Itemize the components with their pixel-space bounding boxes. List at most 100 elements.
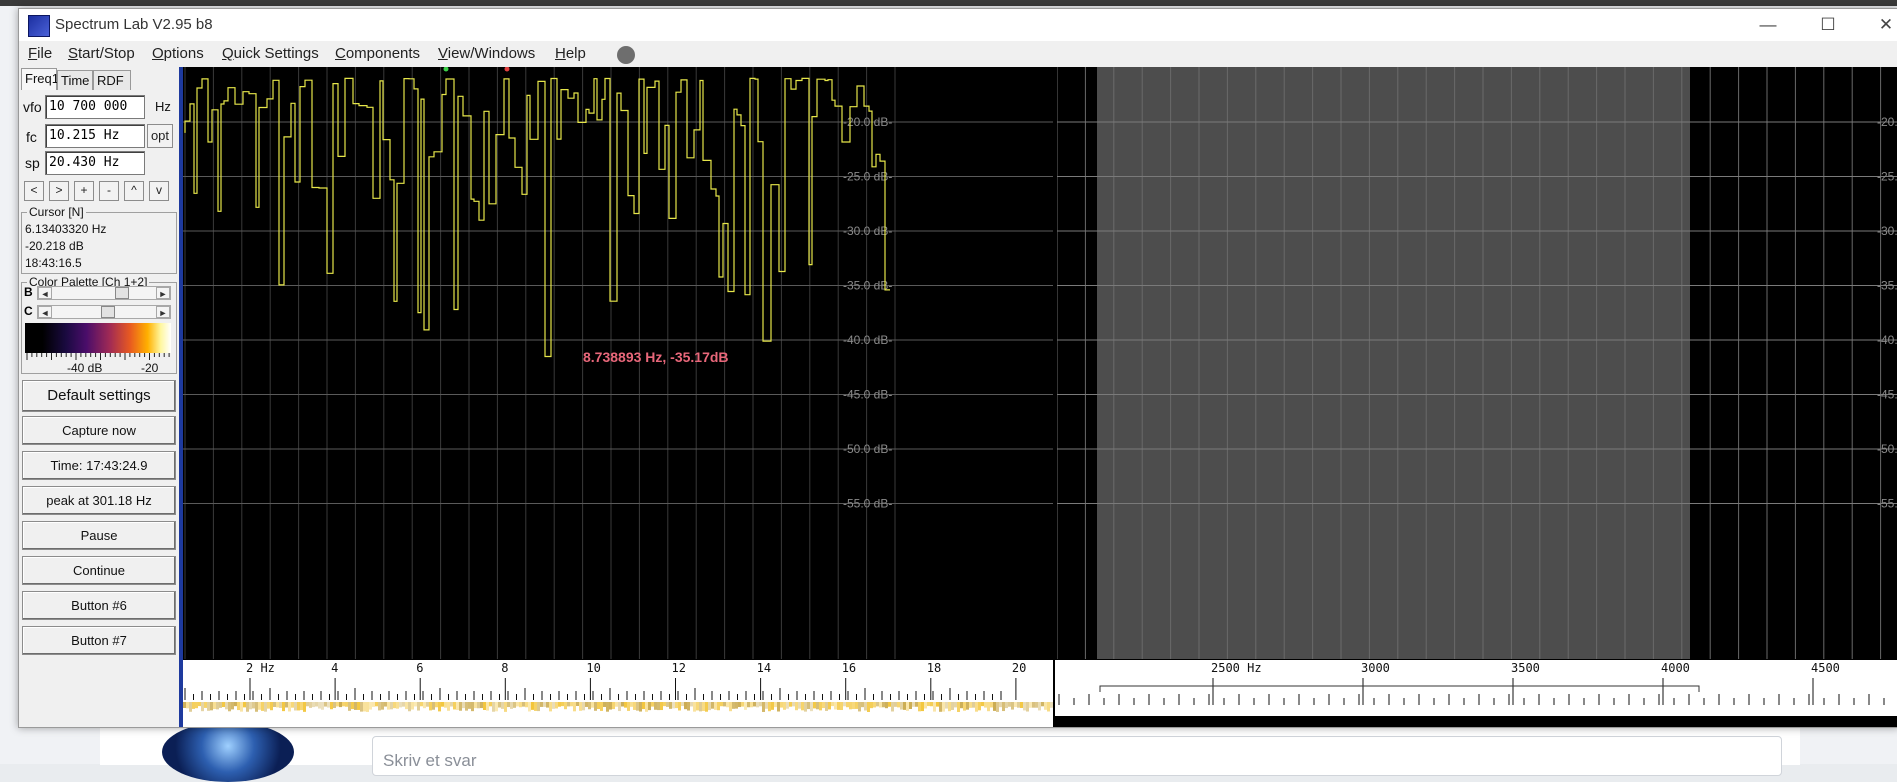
waterfall-segment	[1041, 702, 1044, 707]
waterfall-segment	[618, 702, 621, 712]
frequency-axis-right[interactable]: 2500 Hz 3000 3500 4000 4500	[1055, 660, 1897, 727]
waterfall-segment	[699, 702, 702, 712]
waterfall-segment	[615, 702, 618, 707]
waterfall-segment	[858, 702, 861, 712]
pause-button[interactable]: Pause	[22, 521, 176, 550]
slider-right-arrow-icon[interactable]: ►	[156, 287, 170, 299]
db-label: -55.0 dB-	[843, 497, 892, 511]
waterfall-segment	[366, 702, 369, 712]
menu-components[interactable]: Components	[335, 45, 420, 62]
waterfall-segment	[681, 702, 684, 707]
axis-separator	[1053, 660, 1055, 727]
waterfall-segment	[537, 702, 540, 712]
minimize-button[interactable]: —	[1739, 9, 1797, 41]
waterfall-segment	[498, 702, 501, 708]
brightness-slider[interactable]: ◄ ►	[37, 286, 171, 300]
menu-view-windows[interactable]: View/Windows	[438, 45, 535, 62]
waterfall-segment	[864, 702, 867, 711]
waterfall-segment	[885, 702, 888, 709]
button-6[interactable]: Button #6	[22, 591, 176, 620]
waterfall-segment	[276, 702, 279, 708]
spectrum-plot[interactable]: -20.0 dB--20.0 d-25.0 dB--25.0 d-30.0 dB…	[183, 67, 1897, 659]
waterfall-segment	[384, 702, 387, 707]
waterfall-segment	[705, 702, 708, 712]
waterfall-segment	[504, 702, 507, 712]
opt-button[interactable]: opt	[147, 124, 173, 148]
waterfall-segment	[624, 702, 627, 708]
waterfall-segment	[381, 702, 384, 710]
time-button[interactable]: Time: 17:43:24.9	[22, 451, 176, 480]
waterfall-segment	[840, 702, 843, 711]
slider-left-arrow-icon[interactable]: ◄	[38, 306, 52, 318]
waterfall-segment	[906, 702, 909, 711]
frequency-axis-right-ticks: 2500 Hz 3000 3500 4000 4500	[1055, 661, 1897, 727]
waterfall-segment	[588, 702, 591, 710]
vfo-label: vfo	[23, 99, 42, 115]
waterfall-segment	[399, 702, 402, 708]
sp-input[interactable]: 20.430 Hz	[45, 151, 145, 175]
waterfall-segment	[294, 702, 297, 711]
scroll-left-button[interactable]: <	[24, 181, 44, 201]
app-window: Spectrum Lab V2.95 b8 — ☐ ✕ File Start/S…	[18, 8, 1897, 728]
waterfall-segment	[816, 702, 819, 710]
waterfall-segment	[360, 702, 363, 712]
zoom-out-button[interactable]: -	[99, 181, 119, 201]
waterfall-segment	[1035, 702, 1038, 708]
color-palette-bar	[25, 323, 171, 353]
waterfall-segment	[774, 702, 777, 708]
slider-left-arrow-icon[interactable]: ◄	[38, 287, 52, 299]
waterfall-segment	[231, 702, 234, 710]
contrast-slider[interactable]: ◄ ►	[37, 305, 171, 319]
waterfall-segment	[285, 702, 288, 708]
waterfall-segment	[573, 702, 576, 712]
zoom-in-button[interactable]: +	[74, 181, 94, 201]
capture-now-button[interactable]: Capture now	[22, 416, 176, 445]
vfo-input[interactable]: 10 700 000	[45, 95, 145, 119]
reply-input[interactable]: Skriv et svar	[372, 736, 1782, 776]
waterfall-segment	[303, 702, 306, 712]
contrast-slider-thumb[interactable]	[100, 306, 115, 318]
menu-options[interactable]: Options	[152, 45, 204, 62]
waterfall-segment	[714, 702, 717, 710]
maximize-button[interactable]: ☐	[1799, 9, 1857, 41]
menu-file[interactable]: File	[28, 45, 52, 62]
menu-help[interactable]: Help	[555, 45, 586, 62]
scroll-right-button[interactable]: >	[49, 181, 69, 201]
waterfall-segment	[204, 702, 207, 708]
fc-input[interactable]: 10.215 Hz	[45, 124, 145, 148]
waterfall-segment	[960, 702, 963, 709]
waterfall-segment	[747, 702, 750, 708]
brightness-slider-thumb[interactable]	[114, 287, 129, 299]
waterfall-segment	[690, 702, 693, 707]
shift-down-button[interactable]: v	[149, 181, 169, 201]
waterfall-segment	[783, 702, 786, 710]
waterfall-segment	[372, 702, 375, 707]
continue-button[interactable]: Continue	[22, 556, 176, 585]
cursor-level: -20.218 dB	[25, 239, 84, 253]
spectrum-graph[interactable]: -20.0 dB--20.0 d-25.0 dB--25.0 d-30.0 dB…	[183, 67, 1897, 727]
waterfall-segment	[735, 702, 738, 709]
waterfall-segment	[969, 702, 972, 708]
tab-freq1[interactable]: Freq1	[21, 68, 59, 90]
peak-button[interactable]: peak at 301.18 Hz	[22, 486, 176, 515]
default-settings-button[interactable]: Default settings	[22, 380, 176, 412]
frequency-axis-left[interactable]: 2 Hz 4 6 8 10 12 14 16 18 20	[183, 660, 1053, 727]
menu-start-stop[interactable]: Start/Stop	[68, 45, 135, 62]
stop-indicator-icon[interactable]	[617, 46, 635, 64]
close-button[interactable]: ✕	[1857, 9, 1897, 41]
button-7[interactable]: Button #7	[22, 626, 176, 655]
waterfall-segment	[636, 702, 639, 711]
waterfall-segment	[678, 702, 681, 711]
waterfall-segment	[378, 702, 381, 711]
waterfall-segment	[1026, 702, 1029, 712]
waterfall-segment	[633, 702, 636, 710]
tab-time[interactable]: Time	[57, 70, 93, 90]
menu-quick-settings[interactable]: Quick Settings	[222, 45, 319, 62]
waterfall-segment	[750, 702, 753, 708]
shift-up-button[interactable]: ^	[124, 181, 144, 201]
waterfall-segment	[975, 702, 978, 712]
waterfall-segment	[330, 702, 333, 710]
slider-right-arrow-icon[interactable]: ►	[156, 306, 170, 318]
waterfall-segment	[957, 702, 960, 712]
tab-rdf[interactable]: RDF	[93, 70, 131, 90]
